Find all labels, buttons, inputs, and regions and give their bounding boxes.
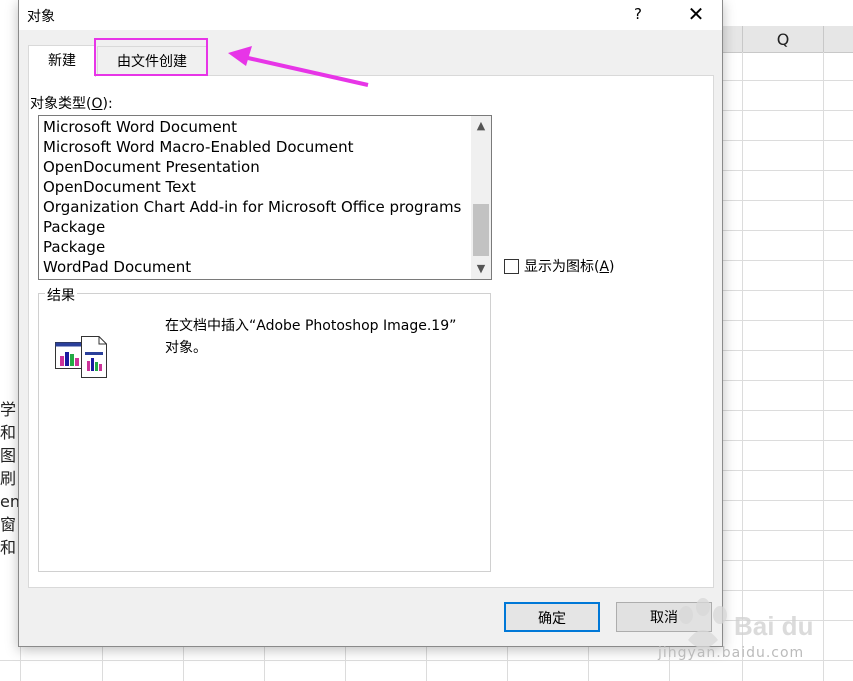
grid-line bbox=[722, 200, 853, 201]
scroll-thumb[interactable] bbox=[473, 204, 489, 256]
list-item[interactable]: Microsoft Word Document bbox=[43, 117, 237, 137]
list-item[interactable]: Microsoft Word Macro-Enabled Document bbox=[43, 137, 354, 157]
highlight-annotation-box bbox=[94, 38, 208, 76]
list-item[interactable]: Package bbox=[43, 217, 105, 237]
grid-line bbox=[507, 646, 508, 681]
grid-line bbox=[722, 530, 853, 531]
grid-line bbox=[264, 646, 265, 681]
object-dialog: 对象 ? ✕ 新建 由文件创建 对象类型(O): Microsoft Word … bbox=[18, 0, 723, 647]
grid-line bbox=[722, 410, 853, 411]
list-item[interactable]: Package bbox=[43, 237, 105, 257]
grid-line bbox=[345, 646, 346, 681]
cell-text: 图 bbox=[0, 446, 17, 465]
dialog-titlebar[interactable]: 对象 ? ✕ bbox=[19, 0, 722, 30]
grid-line bbox=[20, 646, 21, 681]
list-item[interactable]: OpenDocument Text bbox=[43, 177, 196, 197]
grid-line bbox=[722, 290, 853, 291]
cell-text: ent bbox=[0, 492, 20, 511]
cell-text: 窗 bbox=[0, 515, 17, 534]
list-item[interactable]: OpenDocument Presentation bbox=[43, 157, 260, 177]
display-as-icon-label: 显示为图标(A) bbox=[524, 259, 615, 275]
cell-text: 学 bbox=[0, 400, 17, 419]
object-type-label: 对象类型(O): bbox=[30, 96, 113, 112]
checkbox-box[interactable] bbox=[504, 259, 519, 274]
scroll-down-icon[interactable]: ▼ bbox=[471, 259, 491, 279]
cell-text: 和 bbox=[0, 538, 17, 557]
list-item[interactable]: Organization Chart Add-in for Microsoft … bbox=[43, 197, 461, 217]
grid-line bbox=[722, 560, 853, 561]
grid-line bbox=[722, 440, 853, 441]
cell-text: 和 bbox=[0, 423, 17, 442]
grid-line bbox=[722, 500, 853, 501]
list-scrollbar[interactable]: ▲ ▼ bbox=[471, 116, 491, 279]
scroll-up-icon[interactable]: ▲ bbox=[471, 116, 491, 136]
grid-line bbox=[722, 170, 853, 171]
watermark-text: jingyan.baidu.com bbox=[658, 645, 805, 661]
grid-line bbox=[588, 646, 589, 681]
object-document-icon bbox=[55, 336, 107, 378]
list-item[interactable]: WordPad Document bbox=[43, 257, 191, 277]
grid-line bbox=[722, 320, 853, 321]
result-description: 在文档中插入“Adobe Photoshop Image.19” 对象。 bbox=[165, 318, 457, 356]
help-button[interactable]: ? bbox=[623, 0, 653, 30]
grid-line bbox=[722, 380, 853, 381]
result-legend: 结果 bbox=[45, 285, 77, 305]
grid-line bbox=[102, 646, 103, 681]
ok-button[interactable]: 确定 bbox=[504, 602, 600, 632]
column-header-strip: Q bbox=[722, 26, 853, 53]
grid-line bbox=[722, 110, 853, 111]
grid-line bbox=[722, 350, 853, 351]
column-header-q[interactable]: Q bbox=[743, 26, 824, 52]
grid-line bbox=[722, 80, 853, 81]
object-type-list[interactable]: Microsoft Word Document Microsoft Word M… bbox=[38, 115, 492, 280]
cell-text: 刷 bbox=[0, 469, 17, 488]
dialog-title: 对象 bbox=[27, 9, 55, 25]
close-button[interactable]: ✕ bbox=[679, 0, 713, 30]
grid-line bbox=[722, 140, 853, 141]
grid-line bbox=[722, 230, 853, 231]
column-header-p[interactable] bbox=[722, 26, 743, 52]
grid-line bbox=[722, 470, 853, 471]
grid-line bbox=[722, 260, 853, 261]
svg-text:Bai du: Bai du bbox=[734, 611, 813, 641]
grid-line bbox=[426, 646, 427, 681]
grid-line bbox=[183, 646, 184, 681]
tab-new[interactable]: 新建 bbox=[28, 45, 96, 77]
